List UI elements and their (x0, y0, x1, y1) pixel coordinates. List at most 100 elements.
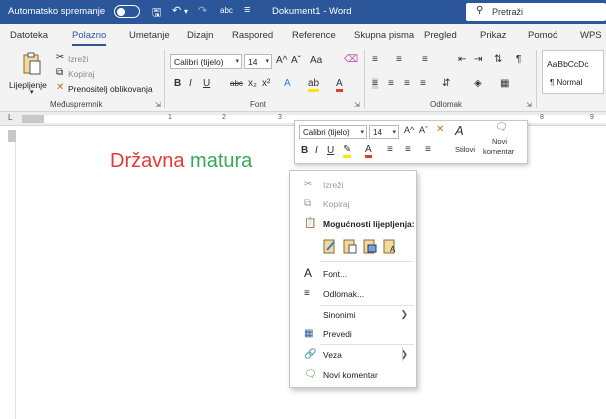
superscript-button[interactable]: x² (262, 78, 270, 89)
tab-raspored[interactable]: Raspored (232, 30, 273, 41)
justify-icon[interactable]: ≡ (420, 78, 426, 89)
clipboard-launcher-icon[interactable]: ⇲ (155, 101, 161, 109)
save-icon[interactable]: 🖫 (152, 4, 161, 23)
document-text[interactable]: Državna matura (110, 150, 252, 173)
tab-dizajn[interactable]: Dizajn (187, 30, 213, 41)
autosave-toggle[interactable] (114, 5, 140, 18)
menu-item-font[interactable]: A Font... (290, 266, 416, 282)
font-name-combo[interactable]: Calibri (tijelo) ▾ (170, 54, 242, 69)
font-launcher-icon[interactable]: ⇲ (354, 101, 360, 109)
format-painter-label[interactable]: Prenositelj oblikovanja (68, 84, 153, 94)
search-box[interactable]: ⚲ Pretraži (466, 3, 606, 21)
copy-icon[interactable]: ⧉ (56, 67, 63, 78)
format-painter-icon[interactable]: ✕ (56, 82, 64, 93)
menu-item-cut[interactable]: ✂ Izreži (290, 177, 416, 193)
decrease-indent-icon[interactable]: ⇤ (458, 54, 466, 65)
subscript-button[interactable]: x₂ (248, 78, 257, 89)
pilcrow-icon[interactable]: ¶ (516, 54, 521, 65)
paste-dropdown-icon[interactable]: ▾ (30, 88, 34, 96)
tab-prikaz[interactable]: Prikaz (480, 30, 506, 41)
multilevel-list-icon[interactable]: ≡ (422, 54, 428, 65)
align-right-icon[interactable]: ≡ (404, 78, 410, 89)
new-comment-label-line1[interactable]: Novi (492, 137, 507, 146)
paste-text-only-icon[interactable]: A (383, 238, 397, 254)
cut-icon[interactable]: ✂ (56, 52, 64, 63)
menu-item-paragraph[interactable]: ≡ Odlomak... (290, 286, 416, 302)
font-size-value: 14 (248, 57, 258, 67)
customize-toolbar-icon[interactable]: ≡ (244, 4, 250, 16)
new-comment-label-line2[interactable]: komentar (483, 147, 514, 156)
numbering-icon[interactable]: ≡ (396, 54, 402, 65)
bullets-icon[interactable]: ≡ (372, 54, 378, 65)
shrink-font-button[interactable]: Aˇ (291, 55, 301, 66)
tab-selector-icon[interactable]: L (8, 113, 12, 122)
undo-icon[interactable]: ↶ (172, 4, 181, 17)
increase-indent-icon[interactable]: ⇥ (474, 54, 482, 65)
menu-item-new-comment[interactable]: 🗨 Novi komentar (290, 367, 416, 383)
mini-font-color-icon[interactable]: A (365, 144, 372, 158)
tab-skupna-pisma[interactable]: Skupna pisma (354, 30, 414, 41)
bold-button[interactable]: B (174, 78, 181, 89)
clear-formatting-icon[interactable]: ⌫ (344, 54, 358, 65)
italic-button[interactable]: I (189, 78, 192, 89)
mini-bold-button[interactable]: B (301, 145, 308, 156)
borders-icon[interactable]: ▦ (500, 78, 509, 89)
text-effects-button[interactable]: A (284, 78, 291, 89)
paste-merge-icon[interactable] (343, 238, 357, 254)
sort-icon[interactable]: ⇅ (494, 54, 502, 65)
strikethrough-button[interactable]: abc (230, 79, 243, 88)
vertical-ruler[interactable] (8, 130, 16, 419)
tab-reference[interactable]: Reference (292, 30, 336, 41)
paste-picture-icon[interactable] (363, 238, 377, 254)
tab-polazno[interactable]: Polazno (72, 30, 107, 46)
mini-highlight-icon[interactable]: ✎ (343, 144, 352, 158)
ruler-number: 1 (168, 114, 172, 121)
style-preview-text: AaBbCcDc (547, 59, 589, 69)
mini-numbering-icon[interactable]: ≡ (405, 144, 411, 155)
new-comment-icon[interactable]: 🗨 (495, 122, 508, 133)
change-case-button[interactable]: Aa (310, 55, 322, 66)
styles-icon[interactable]: A (455, 123, 464, 138)
grow-font-button[interactable]: A^ (276, 55, 287, 66)
mini-more-icon[interactable]: ≡ (425, 144, 431, 155)
menu-item-copy[interactable]: ⧉ Kopiraj (290, 196, 416, 212)
font-color-button[interactable]: A (336, 78, 343, 92)
menu-item-link[interactable]: 🔗 Veza ❯ (290, 347, 416, 363)
tab-pomoc[interactable]: Pomoć (528, 30, 558, 41)
spelling-icon[interactable]: abc (220, 6, 233, 15)
paste-label[interactable]: Lijepljenje (9, 80, 47, 90)
mini-italic-button[interactable]: I (315, 145, 318, 156)
copy-label[interactable]: Kopiraj (68, 69, 94, 79)
line-spacing-icon[interactable]: ⇵ (442, 78, 450, 89)
mini-font-name-combo[interactable]: Calibri (tijelo) ▾ (299, 125, 367, 139)
styles-label[interactable]: Stilovi (455, 145, 475, 154)
paste-icon[interactable] (22, 52, 42, 76)
mini-font-size-combo[interactable]: 14 ▾ (369, 125, 399, 139)
comment-icon: 🗨 (304, 369, 317, 380)
redo-icon[interactable]: ↷ (198, 4, 207, 17)
mini-shrink-font-icon[interactable]: Aˇ (419, 125, 428, 135)
tab-pregled[interactable]: Pregled (424, 30, 457, 41)
paste-keep-source-icon[interactable] (323, 238, 337, 254)
undo-dropdown-icon[interactable]: ▾ (184, 7, 188, 16)
style-normal[interactable]: AaBbCcDc ¶ Normal (542, 50, 604, 94)
font-size-combo[interactable]: 14 ▾ (244, 54, 272, 69)
cut-label[interactable]: Izreži (68, 54, 88, 64)
menu-item-synonyms[interactable]: Sinonimi ❯ (290, 307, 416, 323)
mini-format-painter-icon[interactable]: ✕ (436, 124, 444, 135)
align-center-icon[interactable]: ≡ (388, 78, 394, 89)
align-left-icon[interactable]: ≡ (372, 78, 378, 89)
tab-umetanje[interactable]: Umetanje (129, 30, 170, 41)
tab-wps[interactable]: WPS (580, 30, 602, 41)
mini-underline-button[interactable]: U (327, 145, 334, 156)
tab-datoteka[interactable]: Datoteka (10, 30, 48, 41)
paragraph-icon: ≡ (304, 288, 310, 299)
highlight-button[interactable]: ab (308, 78, 320, 92)
mini-grow-font-icon[interactable]: A^ (404, 125, 414, 135)
menu-item-translate[interactable]: ▦ Prevedi (290, 326, 416, 342)
paragraph-launcher-icon[interactable]: ⇲ (526, 101, 532, 109)
mini-bullets-icon[interactable]: ≡ (387, 144, 393, 155)
underline-button[interactable]: U (203, 78, 210, 89)
font-group-label: Font (250, 100, 267, 109)
shading-icon[interactable]: ◈ (474, 78, 482, 89)
